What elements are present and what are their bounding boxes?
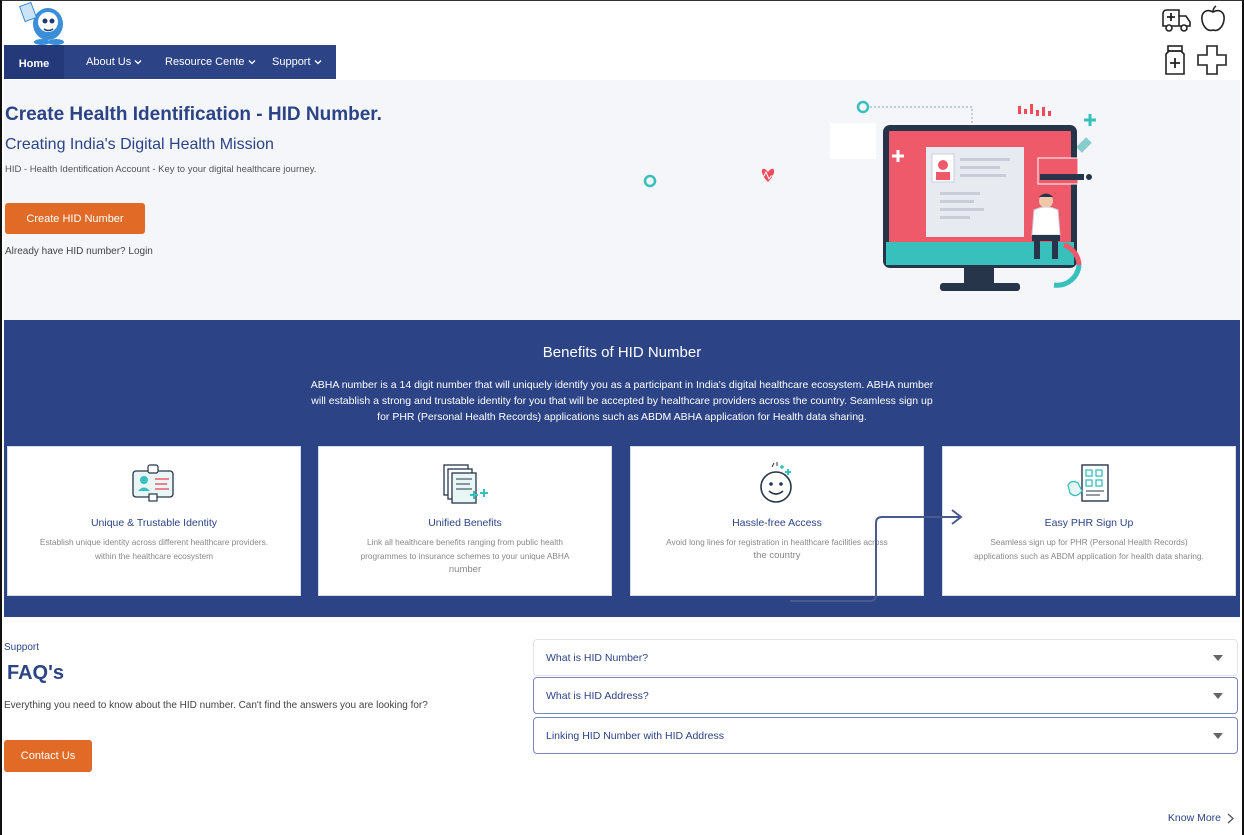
caret-down-icon [1213,692,1223,699]
support-label: Support [4,642,40,653]
nav-about-us[interactable]: About Us [86,45,142,79]
chevron-down-icon [314,60,321,65]
medical-cross-icon [1197,45,1227,75]
contact-us-button[interactable]: Contact Us [4,740,92,772]
nav-support[interactable]: Support [272,45,322,79]
faq-title: FAQ's [7,662,64,684]
nav-home[interactable]: Home [4,45,64,79]
benefit-card-title: Easy PHR Sign Up [1044,517,1134,529]
chevron-down-icon [134,60,142,65]
know-more-link[interactable]: Know More [1168,812,1234,824]
id-card-icon [132,464,174,502]
nav-resource-centre[interactable]: Resource Cente [165,45,256,79]
benefit-card-line: Link all healthcare benefits ranging fro… [366,537,564,547]
benefit-card-line: Seamless sign up for PHR (Personal Healt… [990,537,1188,547]
smiley-icon [760,462,792,503]
benefits-title: Benefits of HID Number [542,344,702,361]
caret-down-icon [1213,732,1223,739]
faq-item[interactable]: What is HID Address? [533,677,1238,714]
chevron-right-icon [1227,813,1234,823]
hero-description: HID - Health Identification Account - Ke… [5,164,317,175]
faq-description: Everything you need to know about the HI… [4,700,428,711]
checklist-icon [1067,464,1109,502]
benefit-card-text: Establish unique identity across differe… [24,535,284,563]
apple-icon [1201,5,1225,32]
benefit-card-text: Seamless sign up for PHR (Personal Healt… [959,535,1219,563]
doctor-monitor-illustration [643,100,1096,291]
login-link[interactable]: Already have HID number? Login [5,246,153,257]
benefit-card-line: Establish unique identity across differe… [39,537,269,547]
benefit-card-line: number [448,564,482,575]
faq-item[interactable]: Linking HID Number with HID Address [533,717,1238,754]
flow-arrow-icon [790,509,963,602]
faq-question: What is HID Address? [546,689,649,702]
benefits-section: Benefits of HID Number ABHA number is a … [4,320,1240,617]
chevron-down-icon [248,60,255,65]
know-more-label: Know More [1167,812,1221,824]
hero-subtitle: Creating India's Digital Health Mission [5,136,274,153]
nav-support-label: Support [272,56,311,68]
benefit-card-title: Unique & Trustable Identity [90,517,218,529]
nav-about-label: About Us [86,56,132,68]
benefit-card-line: programmes to insurance schemes to your … [360,551,570,561]
benefits-description: ABHA number is a 14 digit number that wi… [310,379,934,423]
nav-home-label: Home [18,58,50,70]
faq-question: What is HID Number? [546,651,649,664]
benefit-card-line: within the healthcare ecosystem [94,551,214,561]
mascot-logo[interactable] [18,2,70,46]
benefit-card-identity[interactable]: Unique & Trustable Identity Establish un… [7,446,301,596]
benefit-card-line: applications such as ABDM application fo… [974,551,1204,561]
benefit-card-unified[interactable]: Unified Benefits Link all healthcare ben… [318,446,612,596]
benefit-card-phr[interactable]: Easy PHR Sign Up Seamless sign up for PH… [942,446,1236,596]
caret-down-icon [1213,654,1223,661]
faq-item[interactable]: What is HID Number? [533,639,1238,676]
hero-section: Create Health Identification - HID Numbe… [4,80,1240,320]
nav-resource-label: Resource Cente [165,56,245,68]
main-nav: Home About Us Resource Cente Support [4,45,336,79]
benefit-card-title: Unified Benefits [428,517,502,529]
hero-title: Create Health Identification - HID Numbe… [5,104,382,125]
faq-question: Linking HID Number with HID Address [546,729,724,742]
ambulance-icon [1162,9,1191,32]
create-hid-button[interactable]: Create HID Number [5,203,145,234]
documents-icon [443,464,488,504]
medicine-bottle-icon [1165,45,1185,75]
benefit-card-text: Link all healthcare benefits ranging fro… [335,535,595,577]
